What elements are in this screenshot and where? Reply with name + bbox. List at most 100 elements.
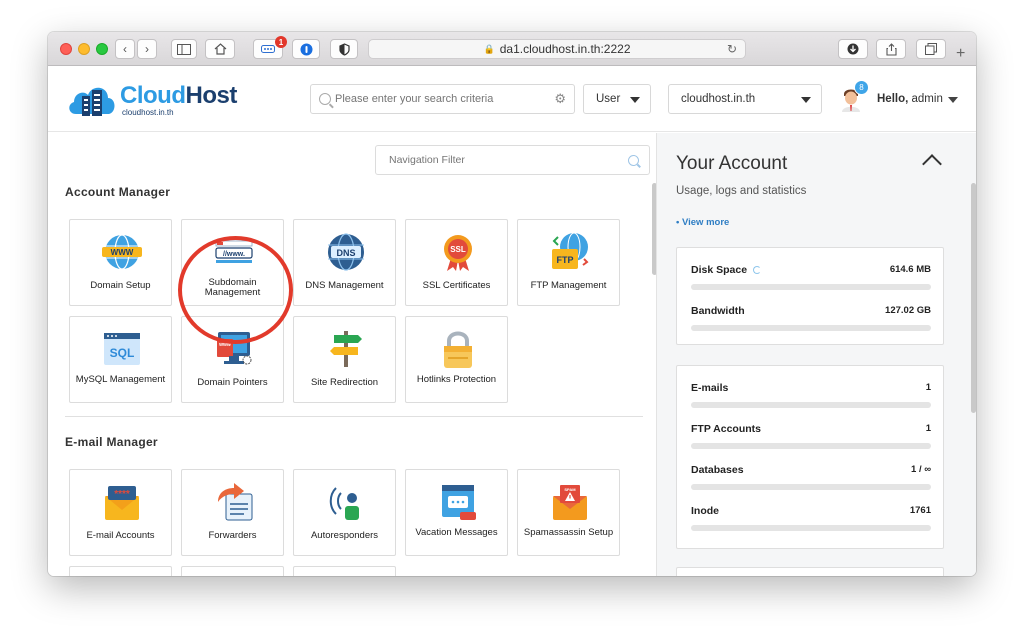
caret-down-icon bbox=[630, 97, 640, 103]
tile-ftp-management[interactable]: FTP FTP Management bbox=[517, 219, 620, 306]
refresh-icon[interactable] bbox=[753, 266, 762, 275]
navigation-panel: Account Manager WWW Domain Setup //www. … bbox=[48, 133, 656, 576]
svg-text:SSL: SSL bbox=[450, 245, 466, 254]
new-tab-button[interactable]: + bbox=[956, 45, 965, 63]
tile-site-redirection[interactable]: Site Redirection bbox=[293, 316, 396, 403]
home-icon bbox=[214, 43, 226, 55]
reload-icon[interactable]: ↻ bbox=[727, 42, 737, 56]
account-title: Your Account bbox=[676, 153, 788, 174]
tile-label: SSL Certificates bbox=[422, 280, 491, 291]
domain-select[interactable]: cloudhost.in.th bbox=[668, 84, 822, 114]
shield-icon bbox=[338, 42, 350, 56]
spam-envelope-icon: SPAM bbox=[553, 485, 587, 520]
tile-mysql-management[interactable]: SQL MySQL Management bbox=[69, 316, 172, 403]
tile-dns-management[interactable]: DNS DNS Management bbox=[293, 219, 396, 306]
stat-value: 1 / ∞ bbox=[911, 464, 931, 475]
highlight-circle bbox=[178, 236, 293, 344]
svg-text:DNS: DNS bbox=[336, 248, 355, 258]
view-more-link[interactable]: • View more bbox=[676, 217, 729, 228]
cloudhost-logo[interactable]: CloudHost cloudhost.in.th bbox=[66, 76, 237, 122]
navigation-filter[interactable] bbox=[375, 145, 650, 175]
account-panel: Your Account Usage, logs and statistics … bbox=[656, 133, 976, 576]
tile-partial[interactable] bbox=[181, 566, 284, 576]
tile-email-accounts[interactable]: **** E-mail Accounts bbox=[69, 469, 172, 556]
tile-hotlinks-protection[interactable]: Hotlinks Protection bbox=[405, 316, 508, 403]
tile-label: Site Redirection bbox=[310, 377, 379, 388]
padlock-icon bbox=[444, 331, 472, 368]
url-text: da1.cloudhost.in.th:2222 bbox=[499, 42, 631, 56]
chevron-up-icon[interactable] bbox=[922, 154, 942, 174]
www-globe-icon: WWW bbox=[102, 234, 142, 270]
logo-text: CloudHost bbox=[120, 82, 237, 110]
download-icon bbox=[847, 43, 859, 55]
tile-label: FTP Management bbox=[530, 280, 607, 291]
caret-down-icon bbox=[801, 97, 811, 103]
tile-label: Vacation Messages bbox=[415, 527, 498, 538]
stat-name: Inode bbox=[691, 505, 719, 517]
tile-ssl-certificates[interactable]: SSL SSL Certificates bbox=[405, 219, 508, 306]
forward-arrow-icon bbox=[218, 483, 253, 521]
tile-partial[interactable] bbox=[69, 566, 172, 576]
right-scrollbar[interactable] bbox=[971, 183, 976, 413]
broadcast-person-icon bbox=[329, 487, 359, 520]
ssl-badge-icon: SSL bbox=[444, 235, 472, 271]
share-button[interactable] bbox=[876, 39, 906, 59]
svg-text:SPAM: SPAM bbox=[564, 487, 576, 492]
greeting-text: Hello, bbox=[877, 93, 909, 105]
tile-label: MySQL Management bbox=[75, 374, 166, 385]
stat-value: 614.6 MB bbox=[889, 264, 931, 275]
tile-spamassassin-setup[interactable]: SPAM Spamassassin Setup bbox=[517, 469, 620, 556]
gear-icon[interactable]: ⚙ bbox=[554, 91, 566, 107]
home-button[interactable] bbox=[205, 39, 235, 59]
browser-toolbar: ‹ › 1 🔒 da1.cloudhost.in.th:2222 ↻ + bbox=[48, 32, 976, 66]
stat-name: E-mails bbox=[691, 382, 729, 394]
privacy-extension-button[interactable] bbox=[330, 39, 358, 59]
section-title-account-manager: Account Manager bbox=[65, 185, 171, 199]
tile-domain-setup[interactable]: WWW Domain Setup bbox=[69, 219, 172, 306]
search-input[interactable] bbox=[331, 86, 555, 112]
chevron-right-icon: › bbox=[145, 42, 149, 56]
search-box[interactable]: ⚙ bbox=[310, 84, 575, 114]
user-greeting[interactable]: Hello, admin bbox=[877, 93, 943, 105]
svg-text:SQL: SQL bbox=[110, 346, 135, 360]
minimize-window-button[interactable] bbox=[78, 43, 90, 55]
downloads-button[interactable] bbox=[838, 39, 868, 59]
tile-label: Spamassassin Setup bbox=[523, 527, 614, 538]
tabs-overview-button[interactable] bbox=[916, 39, 946, 59]
sidebar-icon bbox=[177, 43, 191, 55]
tile-label: Domain Pointers bbox=[197, 377, 268, 388]
tile-forwarders[interactable]: Forwarders bbox=[181, 469, 284, 556]
onepassword-extension-button[interactable] bbox=[292, 39, 320, 59]
search-icon bbox=[319, 93, 331, 105]
search-icon bbox=[628, 154, 639, 166]
share-icon bbox=[885, 42, 897, 56]
caret-down-icon[interactable] bbox=[948, 97, 958, 103]
signpost-icon bbox=[330, 331, 362, 367]
logo-word-host: Host bbox=[185, 82, 237, 109]
stat-value: 1 bbox=[925, 382, 931, 393]
usage-bar bbox=[691, 284, 931, 290]
zoom-window-button[interactable] bbox=[96, 43, 108, 55]
close-window-button[interactable] bbox=[60, 43, 72, 55]
tile-label: DNS Management bbox=[305, 280, 384, 291]
extension-badge: 1 bbox=[275, 36, 287, 48]
role-select[interactable]: User bbox=[583, 84, 651, 114]
usage-bar bbox=[691, 443, 931, 449]
usage-bar bbox=[691, 325, 931, 331]
stat-value: 1 bbox=[925, 423, 931, 434]
tile-vacation-messages[interactable]: Vacation Messages bbox=[405, 469, 508, 556]
tile-autoresponders[interactable]: Autoresponders bbox=[293, 469, 396, 556]
usage-card: Disk Space 614.6 MB Bandwidth 127.02 GB bbox=[676, 247, 944, 345]
chevron-left-icon: ‹ bbox=[123, 42, 127, 56]
sidebar-toggle-button[interactable] bbox=[171, 39, 197, 59]
stat-value: 127.02 GB bbox=[885, 305, 931, 316]
plus-icon: + bbox=[956, 45, 966, 62]
tile-partial[interactable] bbox=[293, 566, 396, 576]
role-select-value: User bbox=[596, 93, 621, 105]
address-bar[interactable]: 🔒 da1.cloudhost.in.th:2222 ↻ bbox=[368, 39, 746, 59]
stat-name: Disk Space bbox=[691, 264, 762, 276]
back-button[interactable]: ‹ bbox=[115, 39, 135, 59]
stat-name-text: Disk Space bbox=[691, 264, 748, 276]
forward-button[interactable]: › bbox=[137, 39, 157, 59]
navigation-filter-input[interactable] bbox=[376, 154, 628, 166]
